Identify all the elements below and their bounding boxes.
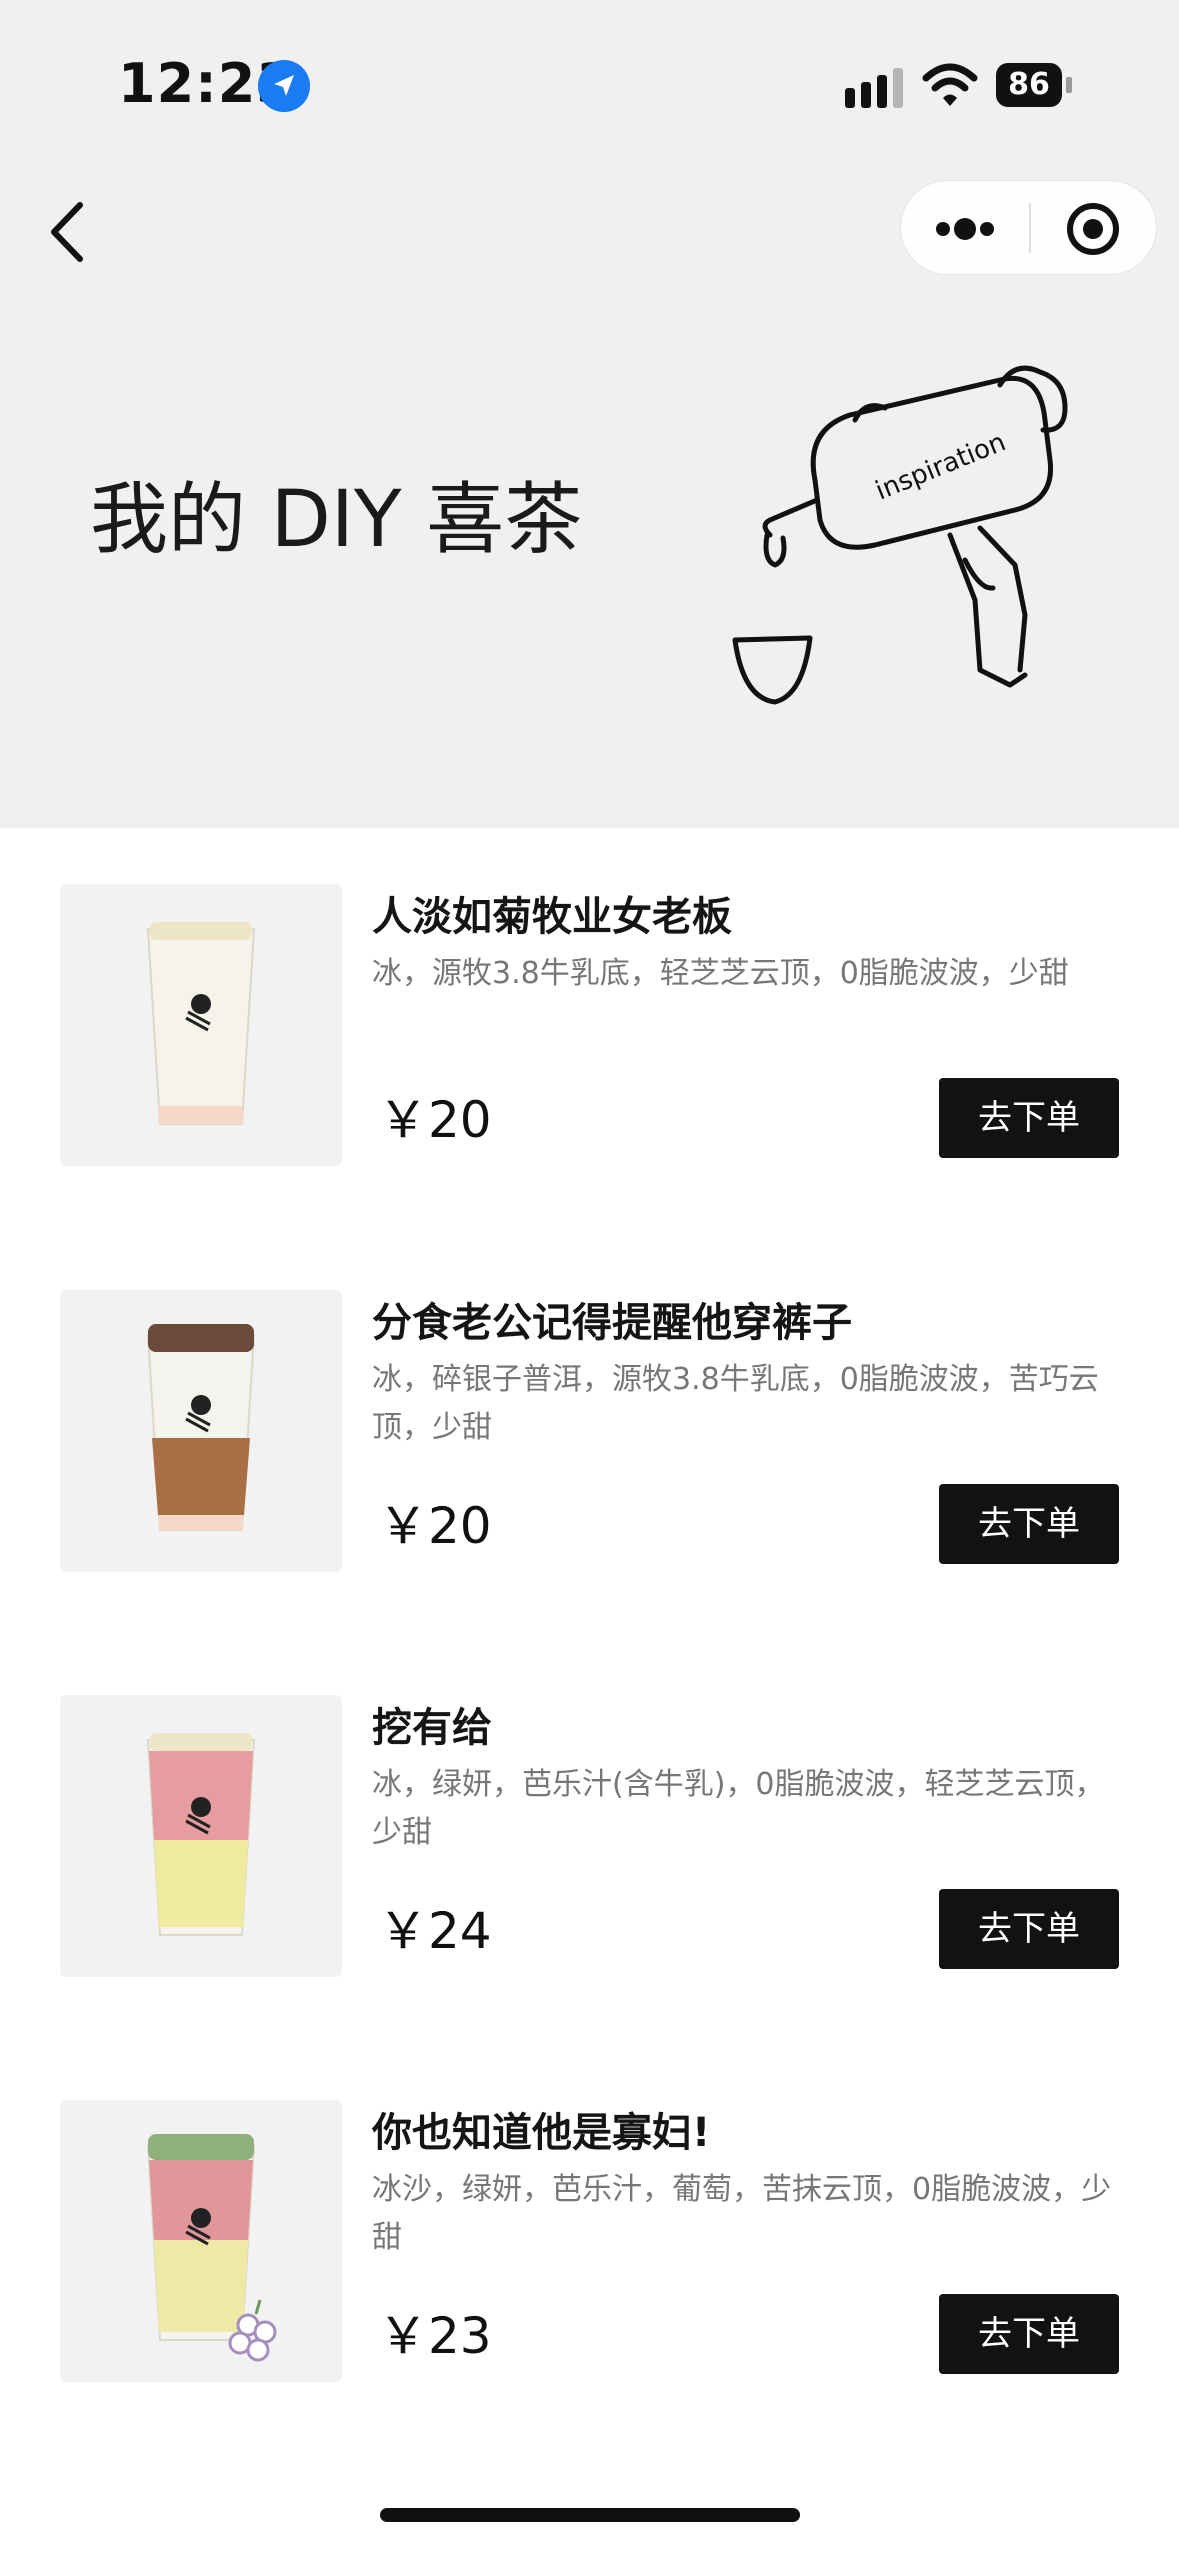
drink-name: 人淡如菊牧业女老板 [372, 894, 732, 940]
header-banner: 12:23 86 我的 DIY 喜茶 inspiration [0, 0, 1179, 828]
drink-description: 冰，源牧3.8牛乳底，轻芝芝云顶，0脂脆波波，少甜 [372, 956, 1069, 991]
drink-price: ￥24 [378, 1902, 492, 1960]
battery-icon: 86 [996, 63, 1074, 107]
banner-title: 我的 DIY 喜茶 [90, 475, 582, 565]
close-target-icon[interactable] [1033, 181, 1157, 276]
cellular-signal-icon [845, 68, 903, 108]
order-button[interactable]: 去下单 [939, 1889, 1119, 1969]
more-dots-icon[interactable] [901, 181, 1029, 276]
svg-text:inspiration: inspiration [871, 427, 1010, 506]
drink-image [60, 1290, 342, 1572]
drink-name: 你也知道他是寡妇! [372, 2110, 711, 2156]
svg-text:我的 DIY 喜茶: 我的 DIY 喜茶 [90, 475, 582, 565]
list-item[interactable]: 挖有给 冰，绿妍，芭乐汁(含牛乳)，0脂脆波波，轻芝芝云顶，少甜 ￥24 去下单 [0, 1695, 1179, 1995]
drink-description: 冰，绿妍，芭乐汁(含牛乳)，0脂脆波波，轻芝芝云顶，少甜 [372, 1767, 1105, 1850]
mini-program-capsule [900, 180, 1157, 275]
list-item[interactable]: 人淡如菊牧业女老板 冰，源牧3.8牛乳底，轻芝芝云顶，0脂脆波波，少甜 ￥20 … [0, 884, 1179, 1184]
drink-image [60, 2100, 342, 2382]
capsule-divider [1029, 203, 1031, 253]
drink-price: ￥20 [378, 1091, 492, 1149]
battery-level: 86 [1008, 67, 1050, 102]
wifi-icon [922, 63, 978, 106]
list-item[interactable]: 分食老公记得提醒他穿裤子 冰，碎银子普洱，源牧3.8牛乳底，0脂脆波波，苦巧云顶… [0, 1290, 1179, 1590]
location-arrow-icon [258, 60, 310, 112]
teapot-illustration: inspiration [732, 365, 1068, 705]
order-button[interactable]: 去下单 [939, 1078, 1119, 1158]
drink-name: 挖有给 [372, 1705, 492, 1751]
drink-image [60, 884, 342, 1166]
drink-description: 冰沙，绿妍，芭乐汁，葡萄，苦抹云顶，0脂脆波波，少甜 [372, 2172, 1112, 2255]
back-button[interactable] [40, 195, 104, 269]
drink-price: ￥20 [378, 1497, 492, 1555]
drink-image [60, 1695, 342, 1977]
order-button[interactable]: 去下单 [939, 2294, 1119, 2374]
order-button[interactable]: 去下单 [939, 1484, 1119, 1564]
home-indicator[interactable] [380, 2508, 800, 2522]
drink-price: ￥23 [378, 2307, 492, 2365]
drink-description: 冰，碎银子普洱，源牧3.8牛乳底，0脂脆波波，苦巧云顶，少甜 [372, 1362, 1099, 1445]
list-item[interactable]: 你也知道他是寡妇! 冰沙，绿妍，芭乐汁，葡萄，苦抹云顶，0脂脆波波，少甜 ￥23… [0, 2100, 1179, 2400]
drink-name: 分食老公记得提醒他穿裤子 [372, 1300, 852, 1346]
